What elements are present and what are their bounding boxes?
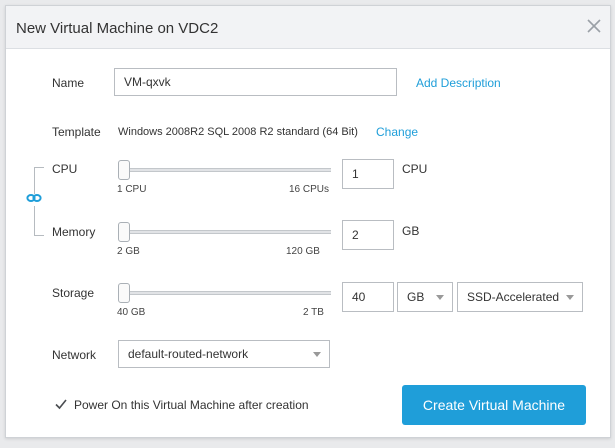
power-on-checkbox[interactable] [54,397,68,411]
storage-min-label: 40 GB [117,307,146,318]
memory-slider-track[interactable] [118,230,331,234]
dialog-title: New Virtual Machine on VDC2 [16,20,219,37]
checkbox-check-icon [55,399,67,410]
memory-min-label: 2 GB [117,246,140,257]
storage-slider-track[interactable] [118,291,331,295]
storage-max-label: 2 TB [303,307,324,318]
storage-label: Storage [52,286,95,300]
cpu-slider-thumb[interactable] [118,160,130,180]
storage-unit-selected: GB [407,290,425,304]
cpu-label: CPU [52,162,78,176]
create-vm-button[interactable]: Create Virtual Machine [402,385,586,425]
cpu-count-input[interactable] [342,159,394,189]
memory-unit-label: GB [402,224,420,238]
storage-tier-selected: SSD-Accelerated [467,290,560,304]
cpu-slider-track[interactable] [118,168,331,172]
name-label: Name [52,76,85,90]
storage-tier-select[interactable]: SSD-Accelerated [457,282,583,312]
link-chain-icon[interactable] [26,192,42,204]
close-icon[interactable] [584,16,604,36]
memory-gb-input[interactable] [342,220,394,250]
new-vm-dialog: New Virtual Machine on VDC2 Name Add Des… [5,5,611,438]
name-input[interactable] [114,68,397,96]
memory-max-label: 120 GB [286,246,320,257]
memory-slider-thumb[interactable] [118,222,130,242]
cpu-min-label: 1 CPU [117,184,147,195]
cpu-bracket [34,167,44,194]
power-on-label: Power On this Virtual Machine after crea… [74,398,309,412]
add-description-link[interactable]: Add Description [416,76,501,90]
dialog-titlebar: New Virtual Machine on VDC2 [6,6,610,49]
network-selected: default-routed-network [128,347,249,361]
network-select[interactable]: default-routed-network [118,340,330,368]
network-label: Network [52,348,97,362]
template-value: Windows 2008R2 SQL 2008 R2 standard (64 … [118,126,358,138]
chevron-down-icon [313,352,321,357]
cpu-max-label: 16 CPUs [289,184,330,195]
cpu-unit-label: CPU [402,162,428,176]
memory-label: Memory [52,225,96,239]
chevron-down-icon [566,295,574,300]
storage-slider-thumb[interactable] [118,283,130,303]
storage-size-input[interactable] [342,282,394,312]
change-template-link[interactable]: Change [376,125,418,139]
storage-unit-select[interactable]: GB [397,282,453,312]
chevron-down-icon [436,295,444,300]
template-label: Template [52,125,101,139]
memory-bracket [34,206,44,236]
